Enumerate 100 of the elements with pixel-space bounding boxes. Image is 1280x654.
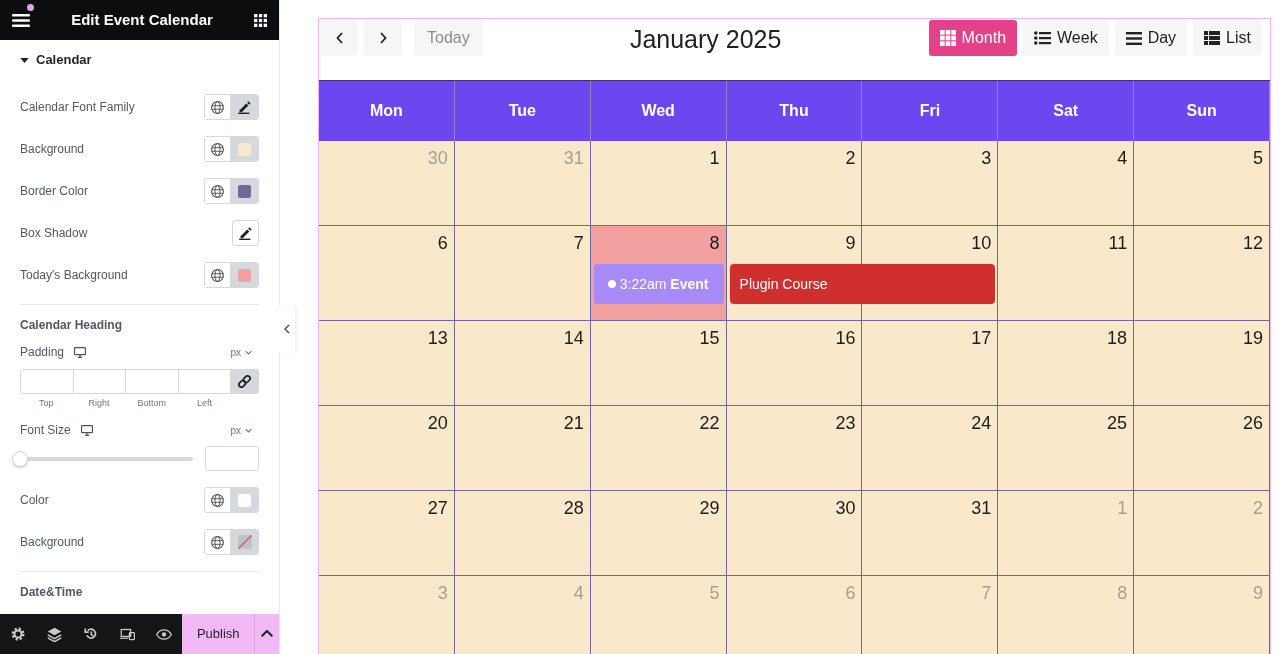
global-button[interactable]	[205, 179, 231, 203]
control-label: Background	[20, 534, 85, 551]
edit-button[interactable]	[231, 95, 258, 119]
unit-select[interactable]: px	[230, 344, 252, 360]
globe-icon	[211, 184, 224, 198]
collapse-handle[interactable]	[279, 305, 295, 352]
day-number: 3	[437, 582, 448, 604]
view-tab[interactable]: List	[1193, 20, 1262, 56]
day-number: 8	[1117, 582, 1128, 604]
pencil-icon	[238, 100, 251, 114]
apps-grid-icon	[254, 13, 267, 27]
global-button[interactable]	[205, 488, 231, 512]
global-button[interactable]	[205, 137, 231, 161]
section-heading: Date&Time	[20, 583, 83, 601]
color-picker-button[interactable]	[231, 488, 258, 512]
font-size-input[interactable]	[205, 446, 259, 471]
menu-button[interactable]	[12, 13, 30, 27]
link-values-button[interactable]	[231, 369, 259, 394]
day-number: 31	[971, 497, 992, 519]
dimension-label: Bottom	[137, 397, 167, 411]
calendar-event[interactable]: Plugin Course	[729, 264, 996, 304]
day-number: 12	[1242, 232, 1263, 254]
slider-thumb[interactable]	[12, 450, 28, 467]
globe-icon	[211, 100, 224, 114]
day-number: 2	[1253, 497, 1263, 519]
pencil-icon	[239, 226, 252, 240]
link-icon	[238, 375, 251, 388]
layers-icon	[47, 626, 63, 642]
day-number: 24	[971, 412, 992, 434]
caret-down-icon	[20, 57, 29, 63]
day-number: 19	[1242, 327, 1263, 349]
day-number: 25	[1107, 412, 1128, 434]
color-picker-button[interactable]	[231, 263, 258, 287]
globe-icon	[211, 493, 224, 507]
weekday-heading: Tue	[454, 81, 591, 141]
day-number: 14	[563, 327, 584, 349]
day-number: 9	[845, 232, 856, 254]
unit-select[interactable]: px	[230, 422, 252, 438]
color-picker-button[interactable]	[231, 137, 258, 161]
control-label: Color	[20, 492, 49, 509]
publish-button[interactable]: Publish	[182, 614, 255, 654]
monitor-icon[interactable]	[80, 424, 93, 436]
color-picker-button[interactable]	[231, 179, 258, 203]
chevron-left-icon	[284, 323, 290, 334]
panel-title: Edit Event Calendar	[71, 11, 213, 29]
weekday-heading: Fri	[862, 81, 999, 141]
day-number: 11	[1108, 232, 1128, 254]
dimension-input[interactable]	[126, 369, 179, 394]
day-number: 1	[1117, 497, 1128, 519]
apps-button[interactable]	[254, 13, 267, 27]
chevron-down-icon	[245, 349, 252, 355]
bulleted-list-icon	[1034, 31, 1052, 45]
globe-icon	[211, 268, 224, 282]
dimension-input[interactable]	[73, 369, 126, 394]
day-number: 9	[1253, 582, 1263, 604]
day-number: 10	[971, 232, 992, 254]
control-label: Padding	[20, 344, 65, 361]
monitor-icon[interactable]	[74, 346, 87, 358]
devices-icon	[120, 627, 136, 641]
dimension-label: Left	[197, 397, 213, 411]
global-button[interactable]	[205, 263, 231, 287]
control-label: Today's Background	[20, 267, 128, 284]
dimension-input[interactable]	[20, 369, 74, 394]
dimension-label: Right	[88, 397, 110, 411]
weekday-heading: Thu	[726, 81, 863, 141]
view-tab[interactable]: Week	[1023, 20, 1109, 56]
publish-options-button[interactable]	[254, 614, 279, 654]
day-number: 8	[709, 232, 720, 254]
day-number: 7	[981, 582, 992, 604]
chevron-down-icon	[245, 427, 252, 433]
weekday-heading: Sat	[998, 81, 1135, 141]
day-number: 23	[835, 412, 856, 434]
chevron-right-icon	[379, 32, 387, 44]
day-number: 1	[709, 147, 720, 169]
view-tab[interactable]: Month	[928, 20, 1018, 56]
color-picker-button[interactable]	[231, 530, 258, 554]
calendar-event[interactable]: 3:22am Event	[593, 264, 724, 304]
day-number: 28	[563, 497, 584, 519]
day-number: 5	[709, 582, 720, 604]
table-list-icon	[1204, 31, 1221, 45]
control-label: Background	[20, 141, 85, 158]
global-button[interactable]	[205, 95, 231, 119]
day-number: 4	[1117, 147, 1128, 169]
day-number: 17	[971, 327, 992, 349]
gear-icon	[11, 627, 26, 641]
day-number: 6	[437, 232, 448, 254]
day-number: 18	[1107, 327, 1128, 349]
view-tab[interactable]: Day	[1114, 20, 1188, 56]
day-number: 16	[835, 327, 856, 349]
global-button[interactable]	[205, 530, 231, 554]
edit-button[interactable]	[232, 220, 259, 246]
control-label: Border Color	[20, 183, 89, 200]
globe-icon	[211, 535, 224, 549]
chevron-left-icon	[335, 32, 343, 44]
section-toggle[interactable]: Calendar	[20, 40, 92, 80]
menu-icon	[12, 13, 30, 27]
day-number: 20	[427, 412, 448, 434]
day-number: 4	[573, 582, 584, 604]
dimension-input[interactable]	[178, 369, 231, 394]
day-number: 2	[845, 147, 856, 169]
